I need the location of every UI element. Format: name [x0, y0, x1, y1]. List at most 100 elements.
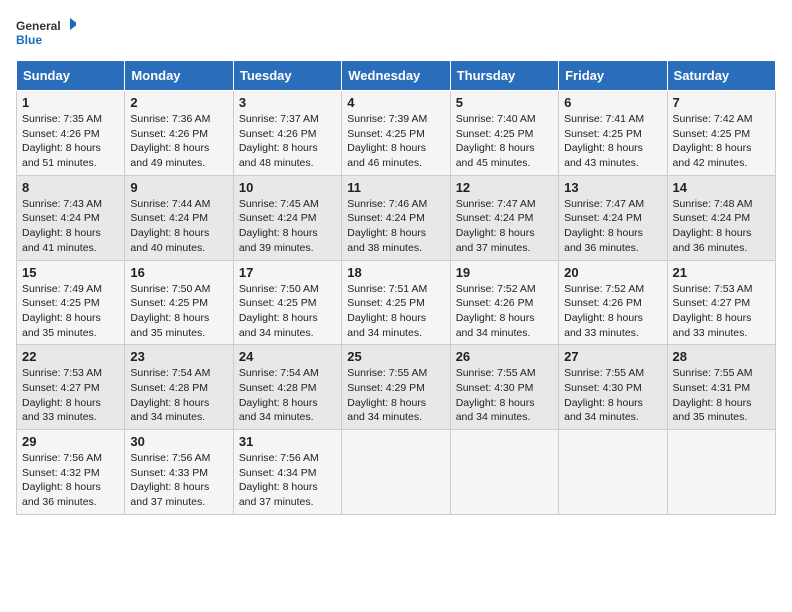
- calendar-cell: 16 Sunrise: 7:50 AMSunset: 4:25 PMDayligh…: [125, 260, 233, 345]
- day-number: 17: [239, 265, 336, 280]
- calendar-cell: 10 Sunrise: 7:45 AMSunset: 4:24 PMDayligh…: [233, 175, 341, 260]
- day-detail: Sunrise: 7:45 AMSunset: 4:24 PMDaylight:…: [239, 197, 336, 256]
- calendar-cell: 27 Sunrise: 7:55 AMSunset: 4:30 PMDayligh…: [559, 345, 667, 430]
- day-number: 10: [239, 180, 336, 195]
- header-tuesday: Tuesday: [233, 61, 341, 91]
- header-wednesday: Wednesday: [342, 61, 450, 91]
- calendar-cell: 31 Sunrise: 7:56 AMSunset: 4:34 PMDayligh…: [233, 430, 341, 515]
- calendar-cell: 24 Sunrise: 7:54 AMSunset: 4:28 PMDayligh…: [233, 345, 341, 430]
- day-number: 13: [564, 180, 661, 195]
- calendar-cell: 14 Sunrise: 7:48 AMSunset: 4:24 PMDayligh…: [667, 175, 775, 260]
- logo-svg: General Blue: [16, 16, 76, 52]
- calendar-cell: 4 Sunrise: 7:39 AMSunset: 4:25 PMDaylight…: [342, 91, 450, 176]
- calendar-cell: 7 Sunrise: 7:42 AMSunset: 4:25 PMDaylight…: [667, 91, 775, 176]
- day-detail: Sunrise: 7:56 AMSunset: 4:33 PMDaylight:…: [130, 451, 227, 510]
- day-number: 26: [456, 349, 553, 364]
- day-number: 2: [130, 95, 227, 110]
- calendar-cell: 15 Sunrise: 7:49 AMSunset: 4:25 PMDayligh…: [17, 260, 125, 345]
- day-number: 4: [347, 95, 444, 110]
- calendar-cell: 21 Sunrise: 7:53 AMSunset: 4:27 PMDayligh…: [667, 260, 775, 345]
- day-detail: Sunrise: 7:36 AMSunset: 4:26 PMDaylight:…: [130, 112, 227, 171]
- day-number: 29: [22, 434, 119, 449]
- day-number: 23: [130, 349, 227, 364]
- calendar-cell: 13 Sunrise: 7:47 AMSunset: 4:24 PMDayligh…: [559, 175, 667, 260]
- calendar-cell: 9 Sunrise: 7:44 AMSunset: 4:24 PMDaylight…: [125, 175, 233, 260]
- svg-text:Blue: Blue: [16, 33, 42, 47]
- day-detail: Sunrise: 7:42 AMSunset: 4:25 PMDaylight:…: [673, 112, 770, 171]
- day-number: 30: [130, 434, 227, 449]
- day-number: 3: [239, 95, 336, 110]
- day-number: 20: [564, 265, 661, 280]
- calendar-cell: 19 Sunrise: 7:52 AMSunset: 4:26 PMDayligh…: [450, 260, 558, 345]
- day-detail: Sunrise: 7:43 AMSunset: 4:24 PMDaylight:…: [22, 197, 119, 256]
- day-detail: Sunrise: 7:56 AMSunset: 4:34 PMDaylight:…: [239, 451, 336, 510]
- calendar-week-row: 15 Sunrise: 7:49 AMSunset: 4:25 PMDayligh…: [17, 260, 776, 345]
- calendar-cell: [559, 430, 667, 515]
- calendar-cell: [450, 430, 558, 515]
- day-number: 12: [456, 180, 553, 195]
- day-detail: Sunrise: 7:53 AMSunset: 4:27 PMDaylight:…: [22, 366, 119, 425]
- day-detail: Sunrise: 7:54 AMSunset: 4:28 PMDaylight:…: [239, 366, 336, 425]
- svg-text:General: General: [16, 19, 61, 33]
- day-detail: Sunrise: 7:46 AMSunset: 4:24 PMDaylight:…: [347, 197, 444, 256]
- day-detail: Sunrise: 7:54 AMSunset: 4:28 PMDaylight:…: [130, 366, 227, 425]
- header: General Blue: [16, 16, 776, 52]
- calendar-cell: 17 Sunrise: 7:50 AMSunset: 4:25 PMDayligh…: [233, 260, 341, 345]
- day-detail: Sunrise: 7:50 AMSunset: 4:25 PMDaylight:…: [130, 282, 227, 341]
- calendar-week-row: 29 Sunrise: 7:56 AMSunset: 4:32 PMDayligh…: [17, 430, 776, 515]
- day-number: 21: [673, 265, 770, 280]
- calendar-cell: [342, 430, 450, 515]
- day-detail: Sunrise: 7:39 AMSunset: 4:25 PMDaylight:…: [347, 112, 444, 171]
- calendar-cell: 28 Sunrise: 7:55 AMSunset: 4:31 PMDayligh…: [667, 345, 775, 430]
- day-detail: Sunrise: 7:37 AMSunset: 4:26 PMDaylight:…: [239, 112, 336, 171]
- day-number: 15: [22, 265, 119, 280]
- day-detail: Sunrise: 7:47 AMSunset: 4:24 PMDaylight:…: [564, 197, 661, 256]
- calendar-header-row: SundayMondayTuesdayWednesdayThursdayFrid…: [17, 61, 776, 91]
- day-detail: Sunrise: 7:35 AMSunset: 4:26 PMDaylight:…: [22, 112, 119, 171]
- day-number: 28: [673, 349, 770, 364]
- logo: General Blue: [16, 16, 76, 52]
- calendar-cell: 22Sunrise: 7:53 AMSunset: 4:27 PMDayligh…: [17, 345, 125, 430]
- day-detail: Sunrise: 7:52 AMSunset: 4:26 PMDaylight:…: [564, 282, 661, 341]
- calendar-cell: 18Sunrise: 7:51 AMSunset: 4:25 PMDayligh…: [342, 260, 450, 345]
- day-number: 16: [130, 265, 227, 280]
- day-detail: Sunrise: 7:55 AMSunset: 4:30 PMDaylight:…: [564, 366, 661, 425]
- day-detail: Sunrise: 7:52 AMSunset: 4:26 PMDaylight:…: [456, 282, 553, 341]
- day-detail: Sunrise: 7:41 AMSunset: 4:25 PMDaylight:…: [564, 112, 661, 171]
- header-saturday: Saturday: [667, 61, 775, 91]
- day-detail: Sunrise: 7:48 AMSunset: 4:24 PMDaylight:…: [673, 197, 770, 256]
- calendar-cell: 1Sunrise: 7:35 AMSunset: 4:26 PMDaylight…: [17, 91, 125, 176]
- header-sunday: Sunday: [17, 61, 125, 91]
- calendar-cell: 25 Sunrise: 7:55 AMSunset: 4:29 PMDayligh…: [342, 345, 450, 430]
- day-detail: Sunrise: 7:55 AMSunset: 4:29 PMDaylight:…: [347, 366, 444, 425]
- day-detail: Sunrise: 7:47 AMSunset: 4:24 PMDaylight:…: [456, 197, 553, 256]
- day-detail: Sunrise: 7:49 AMSunset: 4:25 PMDaylight:…: [22, 282, 119, 341]
- day-number: 14: [673, 180, 770, 195]
- calendar-cell: 23 Sunrise: 7:54 AMSunset: 4:28 PMDayligh…: [125, 345, 233, 430]
- calendar-cell: 12 Sunrise: 7:47 AMSunset: 4:24 PMDayligh…: [450, 175, 558, 260]
- day-number: 25: [347, 349, 444, 364]
- calendar-cell: 6 Sunrise: 7:41 AMSunset: 4:25 PMDaylight…: [559, 91, 667, 176]
- day-number: 31: [239, 434, 336, 449]
- calendar-week-row: 1Sunrise: 7:35 AMSunset: 4:26 PMDaylight…: [17, 91, 776, 176]
- day-detail: Sunrise: 7:56 AMSunset: 4:32 PMDaylight:…: [22, 451, 119, 510]
- calendar-cell: [667, 430, 775, 515]
- day-detail: Sunrise: 7:55 AMSunset: 4:31 PMDaylight:…: [673, 366, 770, 425]
- calendar-cell: 3 Sunrise: 7:37 AMSunset: 4:26 PMDaylight…: [233, 91, 341, 176]
- calendar-week-row: 22Sunrise: 7:53 AMSunset: 4:27 PMDayligh…: [17, 345, 776, 430]
- day-number: 24: [239, 349, 336, 364]
- calendar-cell: 2 Sunrise: 7:36 AMSunset: 4:26 PMDaylight…: [125, 91, 233, 176]
- calendar-cell: 11Sunrise: 7:46 AMSunset: 4:24 PMDayligh…: [342, 175, 450, 260]
- day-detail: Sunrise: 7:50 AMSunset: 4:25 PMDaylight:…: [239, 282, 336, 341]
- calendar-cell: 20 Sunrise: 7:52 AMSunset: 4:26 PMDayligh…: [559, 260, 667, 345]
- day-number: 7: [673, 95, 770, 110]
- calendar-cell: 30 Sunrise: 7:56 AMSunset: 4:33 PMDayligh…: [125, 430, 233, 515]
- day-detail: Sunrise: 7:44 AMSunset: 4:24 PMDaylight:…: [130, 197, 227, 256]
- day-detail: Sunrise: 7:53 AMSunset: 4:27 PMDaylight:…: [673, 282, 770, 341]
- day-number: 9: [130, 180, 227, 195]
- day-number: 8: [22, 180, 119, 195]
- day-number: 6: [564, 95, 661, 110]
- day-number: 27: [564, 349, 661, 364]
- day-number: 19: [456, 265, 553, 280]
- day-detail: Sunrise: 7:40 AMSunset: 4:25 PMDaylight:…: [456, 112, 553, 171]
